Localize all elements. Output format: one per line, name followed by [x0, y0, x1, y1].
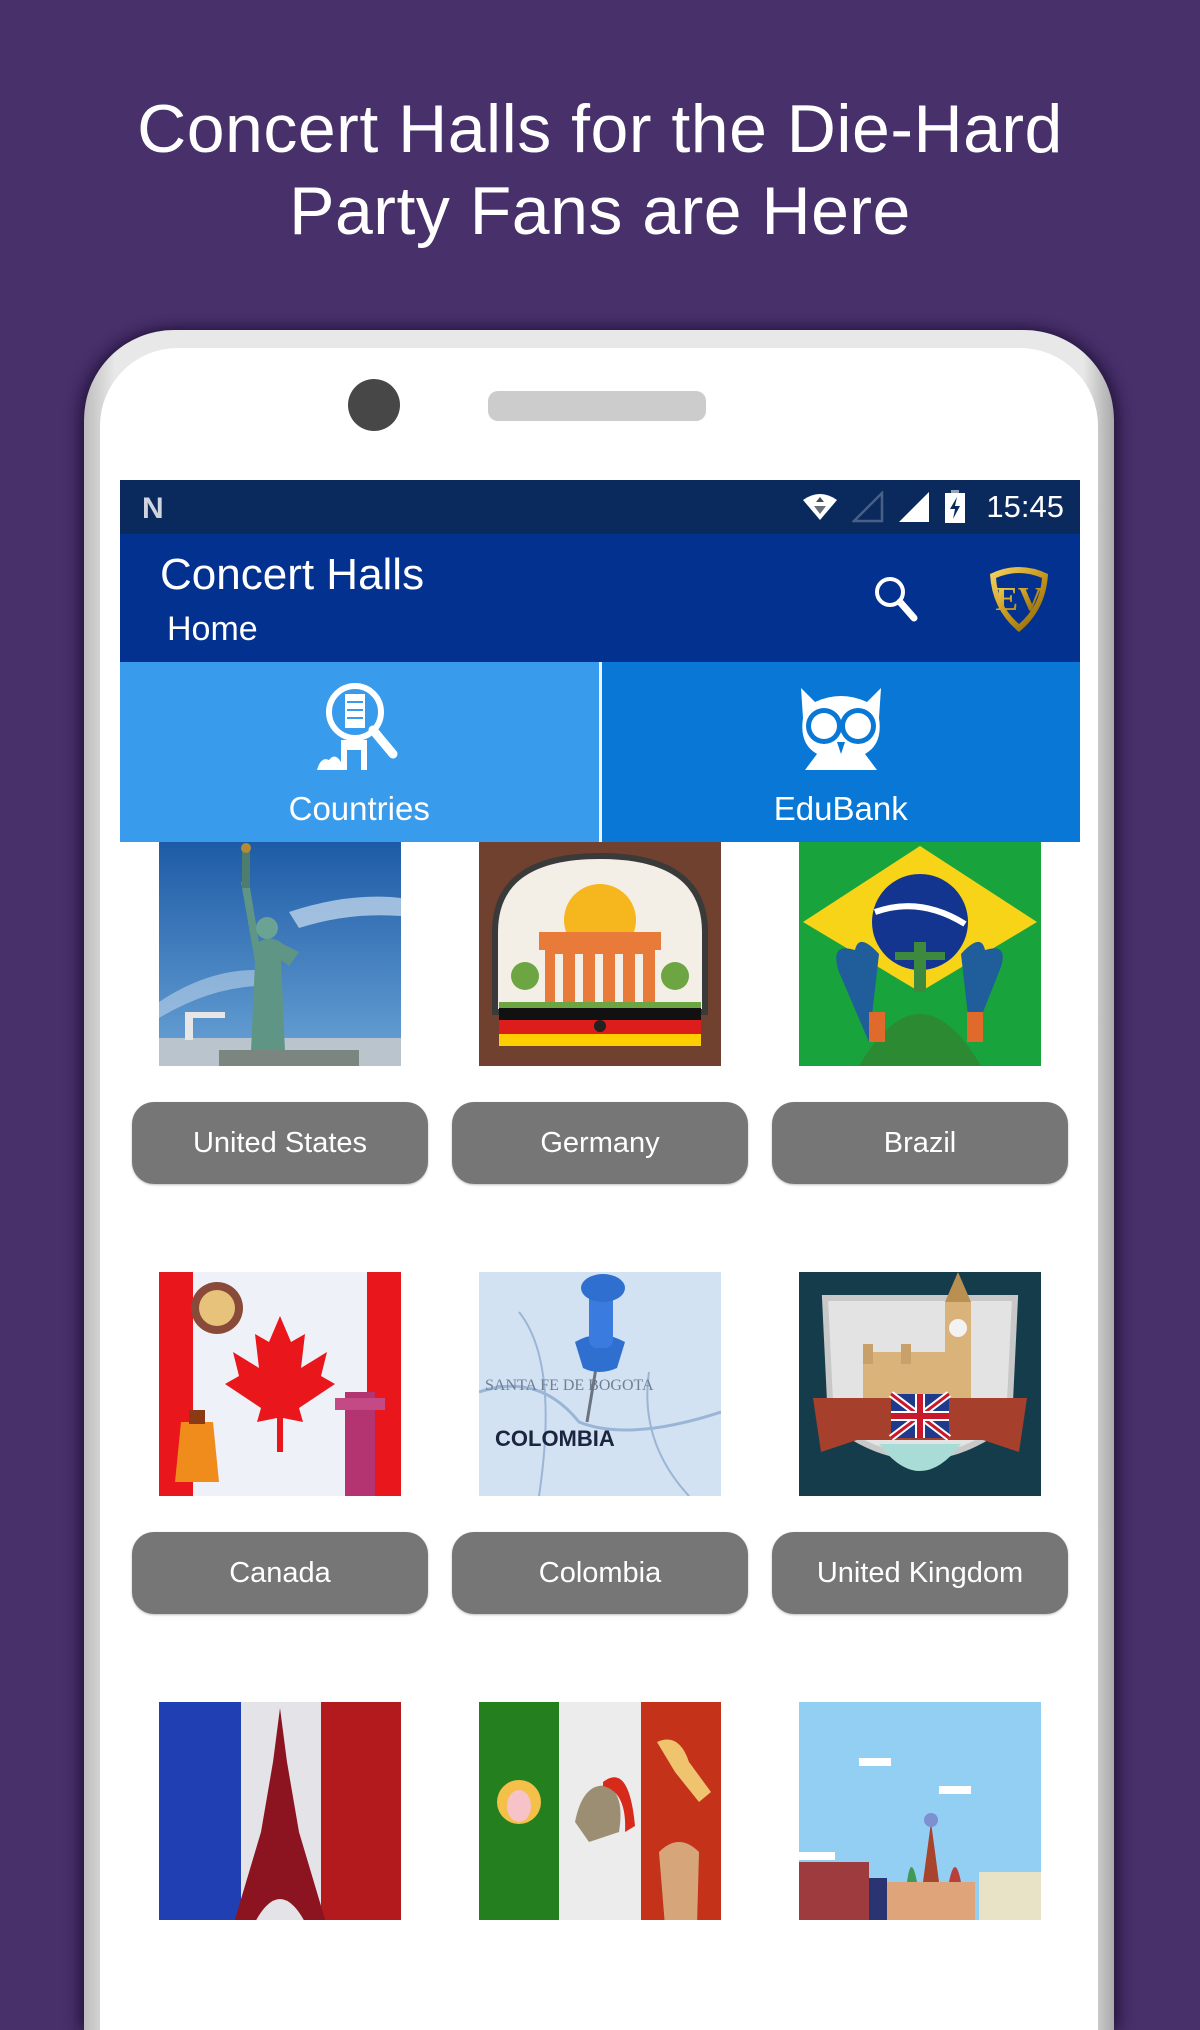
- app-title: Concert Halls: [160, 550, 425, 599]
- tab-countries-label: Countries: [288, 790, 430, 827]
- country-button-united-states[interactable]: United States: [132, 1102, 428, 1184]
- italy-image[interactable]: [479, 1702, 721, 1920]
- ev-logo-button[interactable]: EV: [986, 562, 1052, 634]
- battery-charging-icon: [945, 490, 966, 523]
- russia-image[interactable]: [799, 1702, 1041, 1920]
- owl-icon: [800, 688, 881, 770]
- country-button-united-kingdom[interactable]: United Kingdom: [772, 1532, 1068, 1614]
- country-button-colombia[interactable]: Colombia: [452, 1532, 748, 1614]
- canada-image[interactable]: [159, 1272, 401, 1496]
- tab-countries[interactable]: Countries: [120, 662, 602, 842]
- wifi-icon: [803, 494, 838, 520]
- country-button-canada[interactable]: Canada: [132, 1532, 428, 1614]
- main-tabs: Countries EduBank: [120, 662, 1080, 842]
- status-icons: 15:45: [802, 480, 1064, 534]
- svg-text:SANTA FE DE BOGOTA: SANTA FE DE BOGOTA: [485, 1377, 654, 1394]
- united-states-image[interactable]: [159, 842, 401, 1066]
- colombia-image[interactable]: SANTA FE DE BOGOTA COLOMBIA: [479, 1272, 721, 1496]
- signal-full-icon: [899, 492, 930, 522]
- tab-edubank[interactable]: EduBank: [601, 662, 1080, 842]
- germany-image[interactable]: [479, 842, 721, 1066]
- ev-logo-icon: EV: [990, 567, 1048, 632]
- svg-text:COLOMBIA: COLOMBIA: [495, 1426, 615, 1451]
- app-bar: Concert Halls Home EV: [120, 534, 1080, 662]
- search-icon: [875, 577, 918, 622]
- united-kingdom-image[interactable]: [799, 1272, 1041, 1496]
- promo-headline-line2: Party Fans are Here: [289, 173, 911, 249]
- brazil-image[interactable]: [799, 842, 1041, 1066]
- france-image[interactable]: [159, 1702, 401, 1920]
- front-camera: [348, 379, 400, 431]
- status-bar: N 15:45: [120, 480, 1080, 534]
- search-button[interactable]: [870, 572, 924, 626]
- android-n-icon: N: [142, 492, 164, 525]
- earpiece-speaker: [488, 391, 706, 421]
- city-search-icon: [317, 683, 398, 770]
- app-screen: N 15:45 Concert Halls Home EV Countries …: [120, 480, 1080, 1920]
- promo-headline: Concert Halls for the Die-Hard Party Fan…: [0, 88, 1200, 252]
- signal-empty-icon: [852, 491, 884, 523]
- country-button-brazil[interactable]: Brazil: [772, 1102, 1068, 1184]
- tab-edubank-label: EduBank: [773, 790, 908, 827]
- country-button-germany[interactable]: Germany: [452, 1102, 748, 1184]
- app-subtitle: Home: [167, 610, 258, 648]
- promo-headline-line1: Concert Halls for the Die-Hard: [137, 91, 1063, 167]
- status-time: 15:45: [986, 489, 1064, 524]
- svg-text:EV: EV: [995, 581, 1043, 618]
